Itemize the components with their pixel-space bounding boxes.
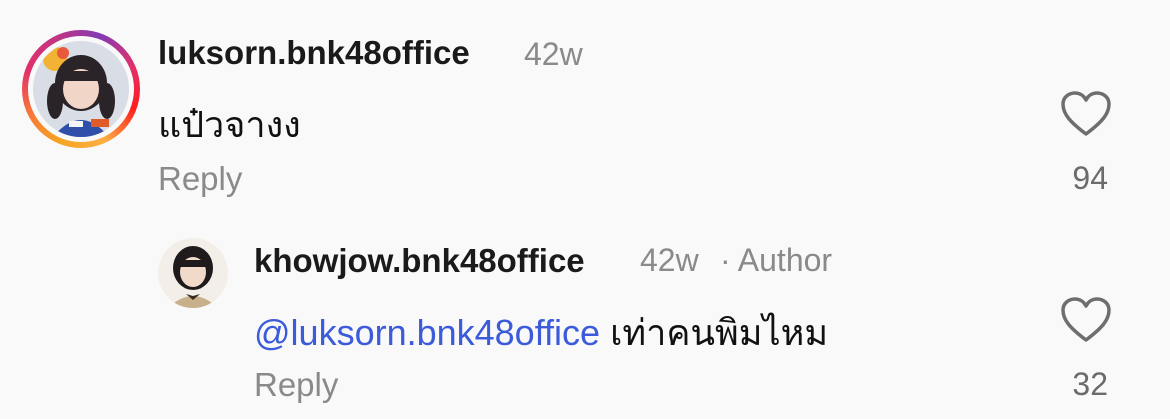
avatar-story-ring[interactable] bbox=[22, 30, 140, 148]
reply-age: 42w bbox=[640, 242, 699, 278]
mention-link[interactable]: @luksorn.bnk48office bbox=[254, 312, 600, 353]
comments-thread: luksorn.bnk48office 42w แป๋วจางง Reply 9… bbox=[0, 0, 1170, 419]
reply-username[interactable]: khowjow.bnk48office bbox=[254, 242, 585, 280]
reply-button[interactable]: Reply bbox=[158, 160, 242, 198]
reply-message: เท่าคนพิมไหม bbox=[610, 312, 829, 353]
comment-username[interactable]: luksorn.bnk48office bbox=[158, 34, 470, 72]
reply-button[interactable]: Reply bbox=[254, 366, 338, 404]
reply-text: @luksorn.bnk48office เท่าคนพิมไหม bbox=[254, 304, 828, 361]
avatar bbox=[33, 41, 129, 137]
like-count: 94 bbox=[1072, 160, 1108, 196]
comment-text: แป๋วจางง bbox=[158, 104, 301, 145]
like-count: 32 bbox=[1072, 366, 1108, 402]
comment-age: 42w bbox=[524, 36, 583, 72]
author-badge: · Author bbox=[720, 242, 833, 278]
like-button[interactable] bbox=[1060, 296, 1112, 344]
heart-outline-icon bbox=[1061, 297, 1111, 342]
like-button[interactable] bbox=[1060, 90, 1112, 138]
reply-item: khowjow.bnk48office 42w · Author @luksor… bbox=[0, 210, 1170, 419]
heart-outline-icon bbox=[1061, 91, 1111, 136]
avatar[interactable] bbox=[158, 238, 228, 308]
comment-item: luksorn.bnk48office 42w แป๋วจางง Reply 9… bbox=[0, 0, 1170, 210]
